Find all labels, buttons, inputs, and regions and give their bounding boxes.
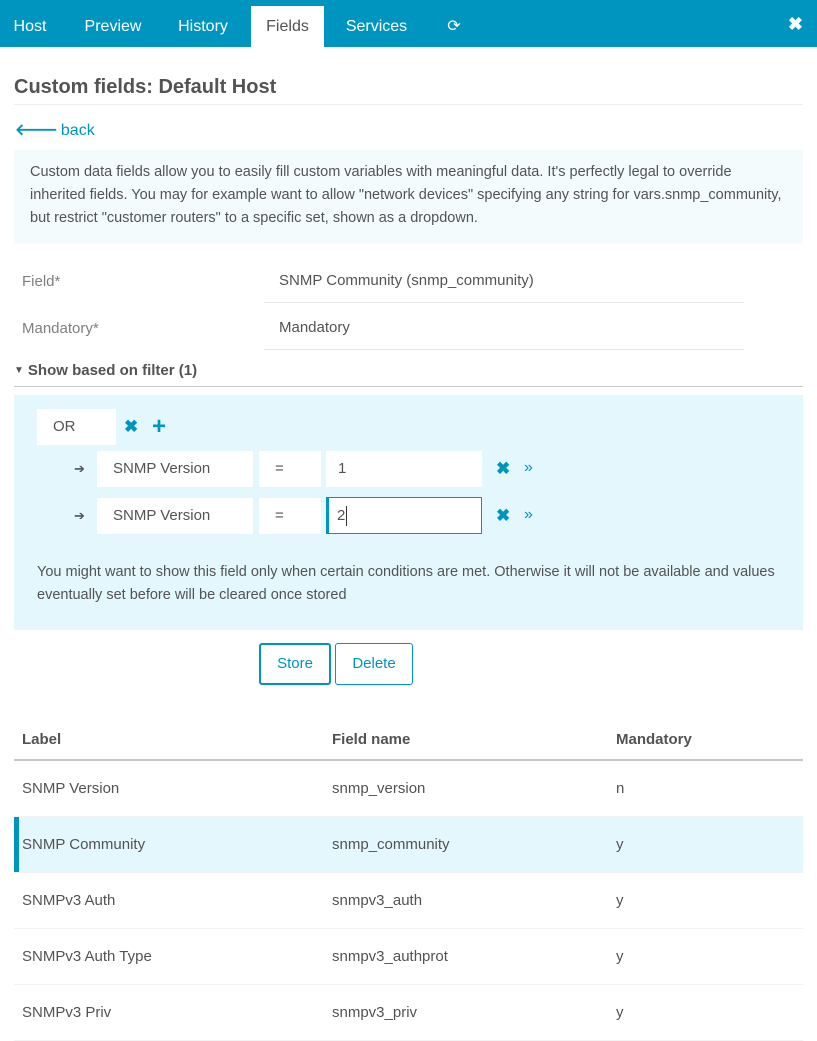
arrow-right-icon: ➔ <box>74 461 85 476</box>
cell-label: SNMP Community <box>14 816 324 873</box>
expand-condition-icon[interactable]: » <box>524 459 533 477</box>
condition-operator-select[interactable]: = <box>259 498 321 534</box>
back-link[interactable]: 🡐 back <box>15 119 95 140</box>
remove-group-icon[interactable]: ✖ <box>124 417 138 437</box>
text-cursor <box>346 506 348 527</box>
filter-editor: OR ✖ + ➔ SNMP Version = 1 ✖ » ➔ SNMP Ver… <box>14 395 803 630</box>
cell-mandatory: n <box>608 760 803 817</box>
column-header-label[interactable]: Label <box>14 720 324 761</box>
tab-history[interactable]: History <box>162 6 244 47</box>
mandatory-label: Mandatory* <box>22 320 99 337</box>
cell-label: SNMP Version <box>14 760 324 817</box>
remove-condition-icon[interactable]: ✖ <box>496 506 510 526</box>
tab-services[interactable]: Services <box>330 6 423 47</box>
cell-mandatory: y <box>608 872 803 929</box>
cell-mandatory: y <box>608 816 803 873</box>
filter-description: You might want to show this field only w… <box>37 564 775 603</box>
condition-operator-select[interactable]: = <box>259 451 321 487</box>
field-select[interactable]: SNMP Community (snmp_community) <box>264 263 744 303</box>
cell-field-name: snmpv3_priv <box>324 984 608 1041</box>
title-divider <box>14 104 803 105</box>
field-row: Field* SNMP Community (snmp_community) <box>14 263 744 303</box>
cell-mandatory: y <box>608 928 803 985</box>
mandatory-row: Mandatory* Mandatory <box>14 310 744 350</box>
mandatory-select[interactable]: Mandatory <box>264 310 744 350</box>
page-title: Custom fields: Default Host <box>14 76 277 98</box>
table-row[interactable]: SNMPv3 Auth snmpv3_auth y <box>14 872 803 929</box>
tab-fields[interactable]: Fields <box>251 6 324 47</box>
caret-down-icon: ▼ <box>14 365 24 376</box>
filter-toggle[interactable]: ▼ Show based on filter (1) <box>14 362 197 379</box>
table-row[interactable]: SNMP Version snmp_version n <box>14 760 803 817</box>
tab-bar: Host Preview History Fields Services ⟳ ✖ <box>0 0 817 47</box>
table-row-selected[interactable]: SNMP Community snmp_community y <box>14 816 803 873</box>
filter-toggle-label: Show based on filter (1) <box>27 362 198 379</box>
cell-field-name: snmpv3_authprot <box>324 928 608 985</box>
cell-field-name: snmp_version <box>324 760 608 817</box>
refresh-button[interactable]: ⟳ <box>436 6 472 47</box>
add-condition-icon[interactable]: + <box>152 415 166 439</box>
table-row[interactable]: SNMPv3 Priv snmpv3_priv y <box>14 984 803 1041</box>
info-hint: Custom data fields allow you to easily f… <box>14 150 803 244</box>
cell-field-name: snmp_community <box>324 816 608 873</box>
remove-condition-icon[interactable]: ✖ <box>496 459 510 479</box>
operator-select[interactable]: OR <box>37 409 116 445</box>
arrow-left-icon: 🡐 <box>15 122 58 139</box>
tab-preview[interactable]: Preview <box>68 6 158 47</box>
cell-field-name: snmpv3_auth <box>324 872 608 929</box>
delete-button[interactable]: Delete <box>335 643 413 685</box>
refresh-icon: ⟳ <box>447 18 461 35</box>
condition-column-select[interactable]: SNMP Version <box>97 498 253 534</box>
cell-mandatory: y <box>608 984 803 1041</box>
arrow-right-icon: ➔ <box>74 508 85 523</box>
condition-value-text: 2 <box>337 507 346 524</box>
table-header: Label Field name Mandatory <box>14 720 803 761</box>
condition-value-input[interactable]: 1 <box>326 451 482 487</box>
cell-label: SNMPv3 Auth Type <box>14 928 324 985</box>
column-header-mandatory[interactable]: Mandatory <box>608 720 803 761</box>
cell-label: SNMPv3 Auth <box>14 872 324 929</box>
close-icon[interactable]: ✖ <box>788 14 803 34</box>
condition-column-select[interactable]: SNMP Version <box>97 451 253 487</box>
filter-divider <box>14 386 803 387</box>
back-label: back <box>60 122 95 139</box>
tab-host[interactable]: Host <box>0 6 60 47</box>
cell-label: SNMPv3 Priv <box>14 984 324 1041</box>
fields-table: Label Field name Mandatory SNMP Version … <box>14 720 803 1041</box>
condition-value-input-focused[interactable]: 2 <box>326 497 482 534</box>
table-row[interactable]: SNMPv3 Auth Type snmpv3_authprot y <box>14 928 803 985</box>
column-header-field-name[interactable]: Field name <box>324 720 608 761</box>
expand-condition-icon[interactable]: » <box>524 506 533 524</box>
field-label: Field* <box>22 273 61 290</box>
store-button[interactable]: Store <box>259 643 331 685</box>
